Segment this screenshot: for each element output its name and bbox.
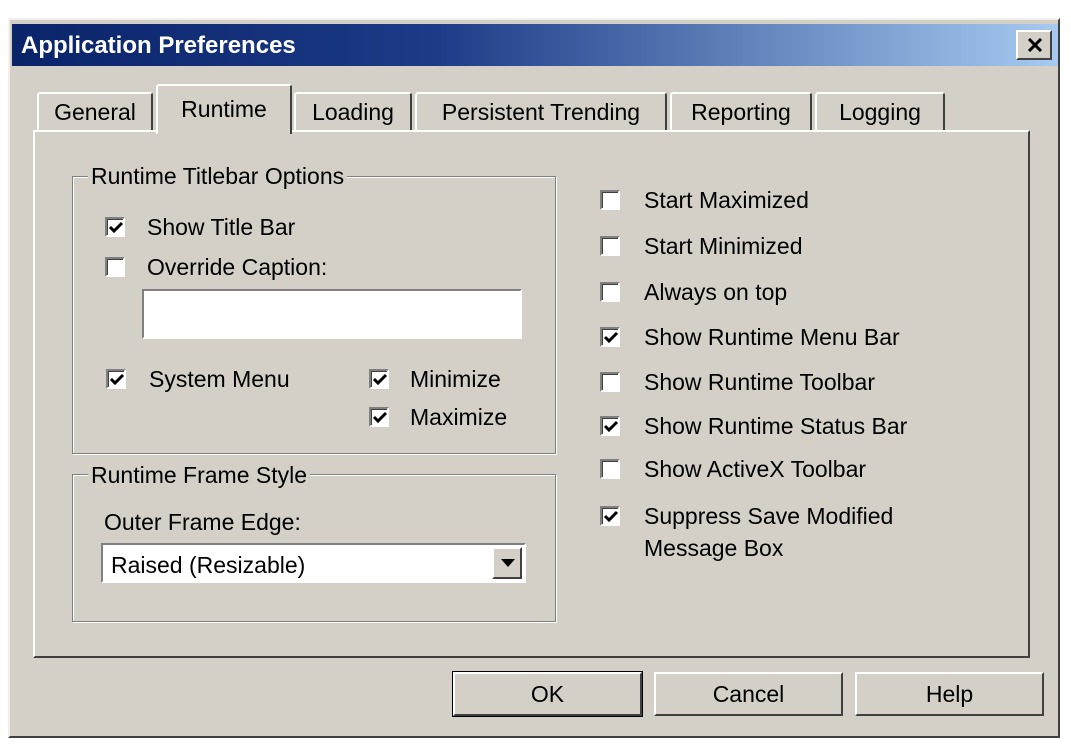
option-checkbox[interactable]	[600, 327, 620, 347]
option-checkbox[interactable]	[600, 282, 620, 302]
option-label: Start Minimized	[644, 233, 803, 259]
window-title: Application Preferences	[21, 32, 296, 59]
option-checkbox[interactable]	[600, 372, 620, 392]
close-button[interactable]	[1016, 30, 1052, 60]
option-checkbox[interactable]	[600, 506, 620, 526]
option-label: Show Runtime Toolbar	[644, 369, 875, 395]
option-label: Show Runtime Menu Bar	[644, 324, 900, 350]
tab-persistent-trending[interactable]: Persistent Trending	[415, 92, 667, 132]
checkmark-icon	[109, 373, 125, 386]
minimize-checkbox[interactable]	[369, 369, 389, 389]
outer-frame-edge-select[interactable]: Raised (Resizable)	[101, 543, 526, 583]
tab-loading[interactable]: Loading	[294, 92, 412, 132]
option-label-line2: Message Box	[644, 535, 784, 561]
override-caption-label: Override Caption:	[147, 254, 328, 280]
checkmark-icon	[603, 420, 619, 433]
maximize-label: Maximize	[410, 404, 508, 430]
option-checkbox[interactable]	[600, 459, 620, 479]
system-menu-label: System Menu	[149, 366, 290, 392]
frame-style-legend: Runtime Frame Style	[88, 461, 311, 489]
minimize-label: Minimize	[410, 366, 501, 392]
help-button[interactable]: Help	[855, 672, 1044, 716]
option-label: Start Maximized	[644, 187, 809, 213]
option-label: Suppress Save Modified	[644, 503, 894, 529]
ok-button[interactable]: OK	[452, 671, 643, 717]
tab-logging[interactable]: Logging	[815, 92, 945, 132]
outer-frame-edge-label: Outer Frame Edge:	[104, 509, 301, 535]
outer-frame-edge-value: Raised (Resizable)	[111, 552, 306, 578]
checkmark-icon	[372, 373, 388, 386]
dropdown-button[interactable]	[492, 547, 522, 579]
checkmark-icon	[603, 510, 619, 523]
tab-reporting[interactable]: Reporting	[670, 92, 812, 132]
override-caption-checkbox[interactable]	[105, 257, 125, 277]
tab-general[interactable]: General	[37, 92, 153, 132]
option-checkbox[interactable]	[600, 190, 620, 210]
override-caption-input[interactable]	[142, 289, 522, 339]
chevron-down-icon	[501, 559, 515, 567]
option-checkbox[interactable]	[600, 416, 620, 436]
close-icon	[1027, 38, 1043, 52]
option-label: Always on top	[644, 279, 788, 305]
cancel-button[interactable]: Cancel	[654, 672, 843, 716]
option-label: Show ActiveX Toolbar	[644, 456, 867, 482]
option-checkbox[interactable]	[600, 236, 620, 256]
option-label: Show Runtime Status Bar	[644, 413, 908, 439]
checkmark-icon	[108, 221, 124, 234]
show-title-bar-label: Show Title Bar	[147, 214, 296, 240]
system-menu-checkbox[interactable]	[106, 369, 126, 389]
checkmark-icon	[603, 331, 619, 344]
checkmark-icon	[372, 411, 388, 424]
maximize-checkbox[interactable]	[369, 407, 389, 427]
titlebar-options-legend: Runtime Titlebar Options	[88, 162, 348, 190]
show-title-bar-checkbox[interactable]	[105, 217, 125, 237]
tab-runtime[interactable]: Runtime	[156, 84, 292, 134]
